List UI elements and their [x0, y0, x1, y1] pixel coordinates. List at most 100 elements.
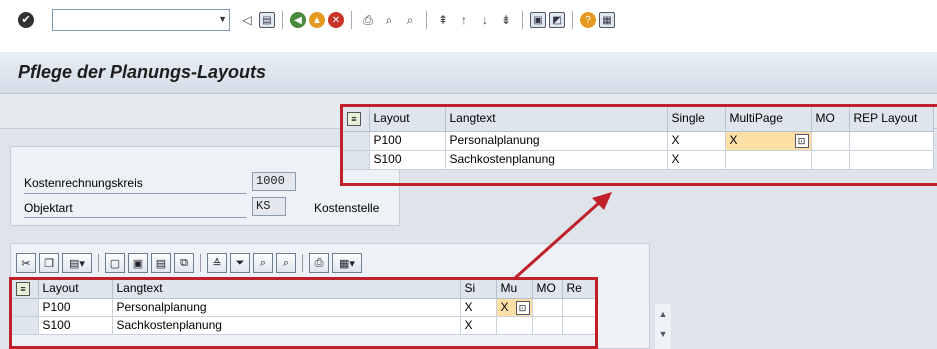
toolbar-divider	[522, 11, 523, 29]
find-icon[interactable]: ⌕	[253, 253, 273, 273]
objektart-field[interactable]: KS	[252, 197, 286, 216]
cell-langtext[interactable]: Personalplanung	[112, 298, 461, 317]
toolbar-divider	[426, 11, 427, 29]
exit-icon[interactable]: ▲	[309, 12, 325, 28]
column-header-single[interactable]: Si	[460, 280, 497, 299]
insert-row-icon[interactable]: ▣	[128, 253, 148, 273]
column-header-multipage[interactable]: Mu	[496, 280, 533, 299]
cell-mo[interactable]	[811, 131, 850, 151]
select-all-cell[interactable]: ≡	[12, 280, 39, 299]
column-header-rep-layout[interactable]: Re	[562, 280, 597, 299]
column-header-mo[interactable]: MO	[532, 280, 563, 299]
row-selector[interactable]	[12, 298, 39, 317]
cell-rep-layout[interactable]	[562, 316, 597, 335]
table-row[interactable]: P100 Personalplanung X X ⊡	[12, 298, 632, 317]
cell-mo[interactable]	[532, 298, 563, 317]
cell-rep-layout[interactable]	[849, 131, 934, 151]
back-icon[interactable]: ◁	[238, 11, 256, 29]
layout-grid-zoom: ≡ Layout Langtext Single MultiPage MO RE…	[343, 107, 934, 170]
grid-scrollbar[interactable]: ▲ ▼	[655, 304, 671, 349]
layout-grid: ≡ Layout Langtext Si Mu MO Re P100 Perso…	[12, 280, 632, 335]
command-dropdown-icon[interactable]: ▼	[218, 14, 227, 24]
sort-icon[interactable]: ≙	[207, 253, 227, 273]
cell-multipage[interactable]: X ⊡	[725, 131, 812, 151]
paste-icon[interactable]: ▤▾	[62, 253, 92, 273]
first-page-icon[interactable]: ⇞	[434, 11, 452, 29]
cell-layout[interactable]: S100	[38, 316, 113, 335]
column-header-single[interactable]: Single	[667, 107, 726, 132]
cell-mo[interactable]	[811, 150, 850, 170]
find-next-icon[interactable]: ⌕	[401, 11, 419, 29]
find-next-icon[interactable]: ⌕	[276, 253, 296, 273]
select-all-icon[interactable]: ≡	[16, 282, 30, 297]
delete-row-icon[interactable]: ▤	[151, 253, 171, 273]
cell-multipage[interactable]	[496, 316, 533, 335]
system-toolbar: ✔ ▼ ◁ ▤ ◀ ▲ ✕ ⎙ ⌕ ⌕ ⇞ ↑ ↓ ⇟ ▣ ◩ ? ▦	[0, 0, 937, 46]
last-page-icon[interactable]: ⇟	[497, 11, 515, 29]
enter-icon[interactable]: ✔	[18, 12, 34, 28]
cell-single[interactable]: X	[460, 298, 497, 317]
column-header-langtext[interactable]: Langtext	[445, 107, 668, 132]
back-arrow-icon[interactable]: ◀	[290, 12, 306, 28]
objektart-label: Objektart	[24, 201, 73, 215]
value-help-icon[interactable]: ⊡	[794, 133, 809, 148]
find-icon[interactable]: ⌕	[380, 11, 398, 29]
cell-langtext[interactable]: Personalplanung	[445, 131, 668, 151]
kostenrechnungskreis-field[interactable]: 1000	[252, 172, 296, 191]
duplicate-row-icon[interactable]: ⧉	[174, 253, 194, 273]
column-header-langtext[interactable]: Langtext	[112, 280, 461, 299]
row-selector[interactable]	[12, 316, 39, 335]
cell-layout[interactable]: S100	[369, 150, 446, 170]
export-icon[interactable]: ▦▾	[332, 253, 362, 273]
cell-layout[interactable]: P100	[38, 298, 113, 317]
table-header-row: ≡ Layout Langtext Single MultiPage MO RE…	[343, 107, 934, 132]
cell-single[interactable]: X	[667, 150, 726, 170]
print-icon[interactable]: ⎙	[309, 253, 329, 273]
select-all-icon[interactable]: ≡	[347, 112, 361, 127]
column-header-rep-layout[interactable]: REP Layout	[849, 107, 934, 132]
cell-single[interactable]: X	[667, 131, 726, 151]
cell-single[interactable]: X	[460, 316, 497, 335]
new-row-icon[interactable]: ▢	[105, 253, 125, 273]
table-header-row: ≡ Layout Langtext Si Mu MO Re	[12, 280, 632, 299]
column-header-layout[interactable]: Layout	[369, 107, 446, 132]
cell-mo[interactable]	[532, 316, 563, 335]
table-row[interactable]: S100 Sachkostenplanung X	[343, 150, 934, 170]
toolbar-divider	[572, 11, 573, 29]
title-bar: Pflege der Planungs-Layouts	[0, 52, 937, 94]
column-header-multipage[interactable]: MultiPage	[725, 107, 812, 132]
command-field[interactable]: ▼	[52, 9, 230, 31]
column-header-mo[interactable]: MO	[811, 107, 850, 132]
prev-page-icon[interactable]: ↑	[455, 11, 473, 29]
cell-langtext[interactable]: Sachkostenplanung	[112, 316, 461, 335]
cell-rep-layout[interactable]	[562, 298, 597, 317]
scroll-up-icon[interactable]: ▲	[655, 304, 671, 324]
row-selector[interactable]	[343, 150, 370, 170]
scroll-down-icon[interactable]: ▼	[655, 324, 671, 344]
table-row[interactable]: S100 Sachkostenplanung X	[12, 316, 632, 335]
filter-icon[interactable]: ⏷	[230, 253, 250, 273]
header-spacer	[596, 280, 632, 298]
next-page-icon[interactable]: ↓	[476, 11, 494, 29]
print-icon[interactable]: ⎙	[359, 11, 377, 29]
cell-langtext[interactable]: Sachkostenplanung	[445, 150, 668, 170]
objektart-text: Kostenstelle	[314, 201, 380, 215]
cell-layout[interactable]: P100	[369, 131, 446, 151]
select-all-cell[interactable]: ≡	[343, 107, 370, 132]
toolbar-divider	[98, 254, 99, 272]
cell-multipage[interactable]: X ⊡	[496, 298, 533, 317]
customize-layout-icon[interactable]: ▦	[599, 12, 615, 28]
cell-rep-layout[interactable]	[849, 150, 934, 170]
copy-icon[interactable]: ❐	[39, 253, 59, 273]
value-help-icon[interactable]: ⊡	[515, 300, 530, 315]
cut-icon[interactable]: ✂	[16, 253, 36, 273]
row-selector[interactable]	[343, 131, 370, 151]
column-header-layout[interactable]: Layout	[38, 280, 113, 299]
cancel-icon[interactable]: ✕	[328, 12, 344, 28]
save-icon[interactable]: ▤	[259, 12, 275, 28]
table-row[interactable]: P100 Personalplanung X X ⊡	[343, 131, 934, 151]
cell-multipage[interactable]	[725, 150, 812, 170]
new-session-icon[interactable]: ▣	[530, 12, 546, 28]
shortcut-icon[interactable]: ◩	[549, 12, 565, 28]
help-icon[interactable]: ?	[580, 12, 596, 28]
